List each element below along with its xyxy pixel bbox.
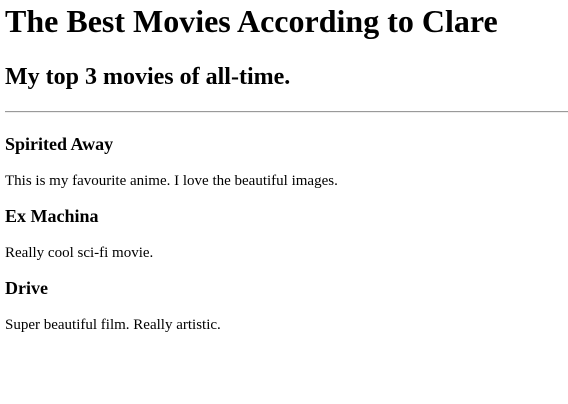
movie-title: Ex Machina [5, 206, 99, 226]
divider [5, 111, 568, 113]
movie-description: Super beautiful film. Really artistic. [5, 317, 221, 333]
page-title: The Best Movies According to Clare [5, 3, 498, 39]
movie-description: This is my favourite anime. I love the b… [5, 173, 338, 189]
movie-list: Spirited Away This is my favourite anime… [5, 133, 563, 334]
movie-item: Ex Machina Really cool sci-fi movie. [5, 205, 563, 262]
page-subtitle: My top 3 movies of all-time. [5, 64, 291, 90]
movie-title: Drive [5, 278, 48, 298]
movie-item: Drive Super beautiful film. Really artis… [5, 277, 563, 334]
movie-title: Spirited Away [5, 134, 114, 154]
movie-description: Really cool sci-fi movie. [5, 245, 154, 261]
movie-item: Spirited Away This is my favourite anime… [5, 133, 563, 190]
